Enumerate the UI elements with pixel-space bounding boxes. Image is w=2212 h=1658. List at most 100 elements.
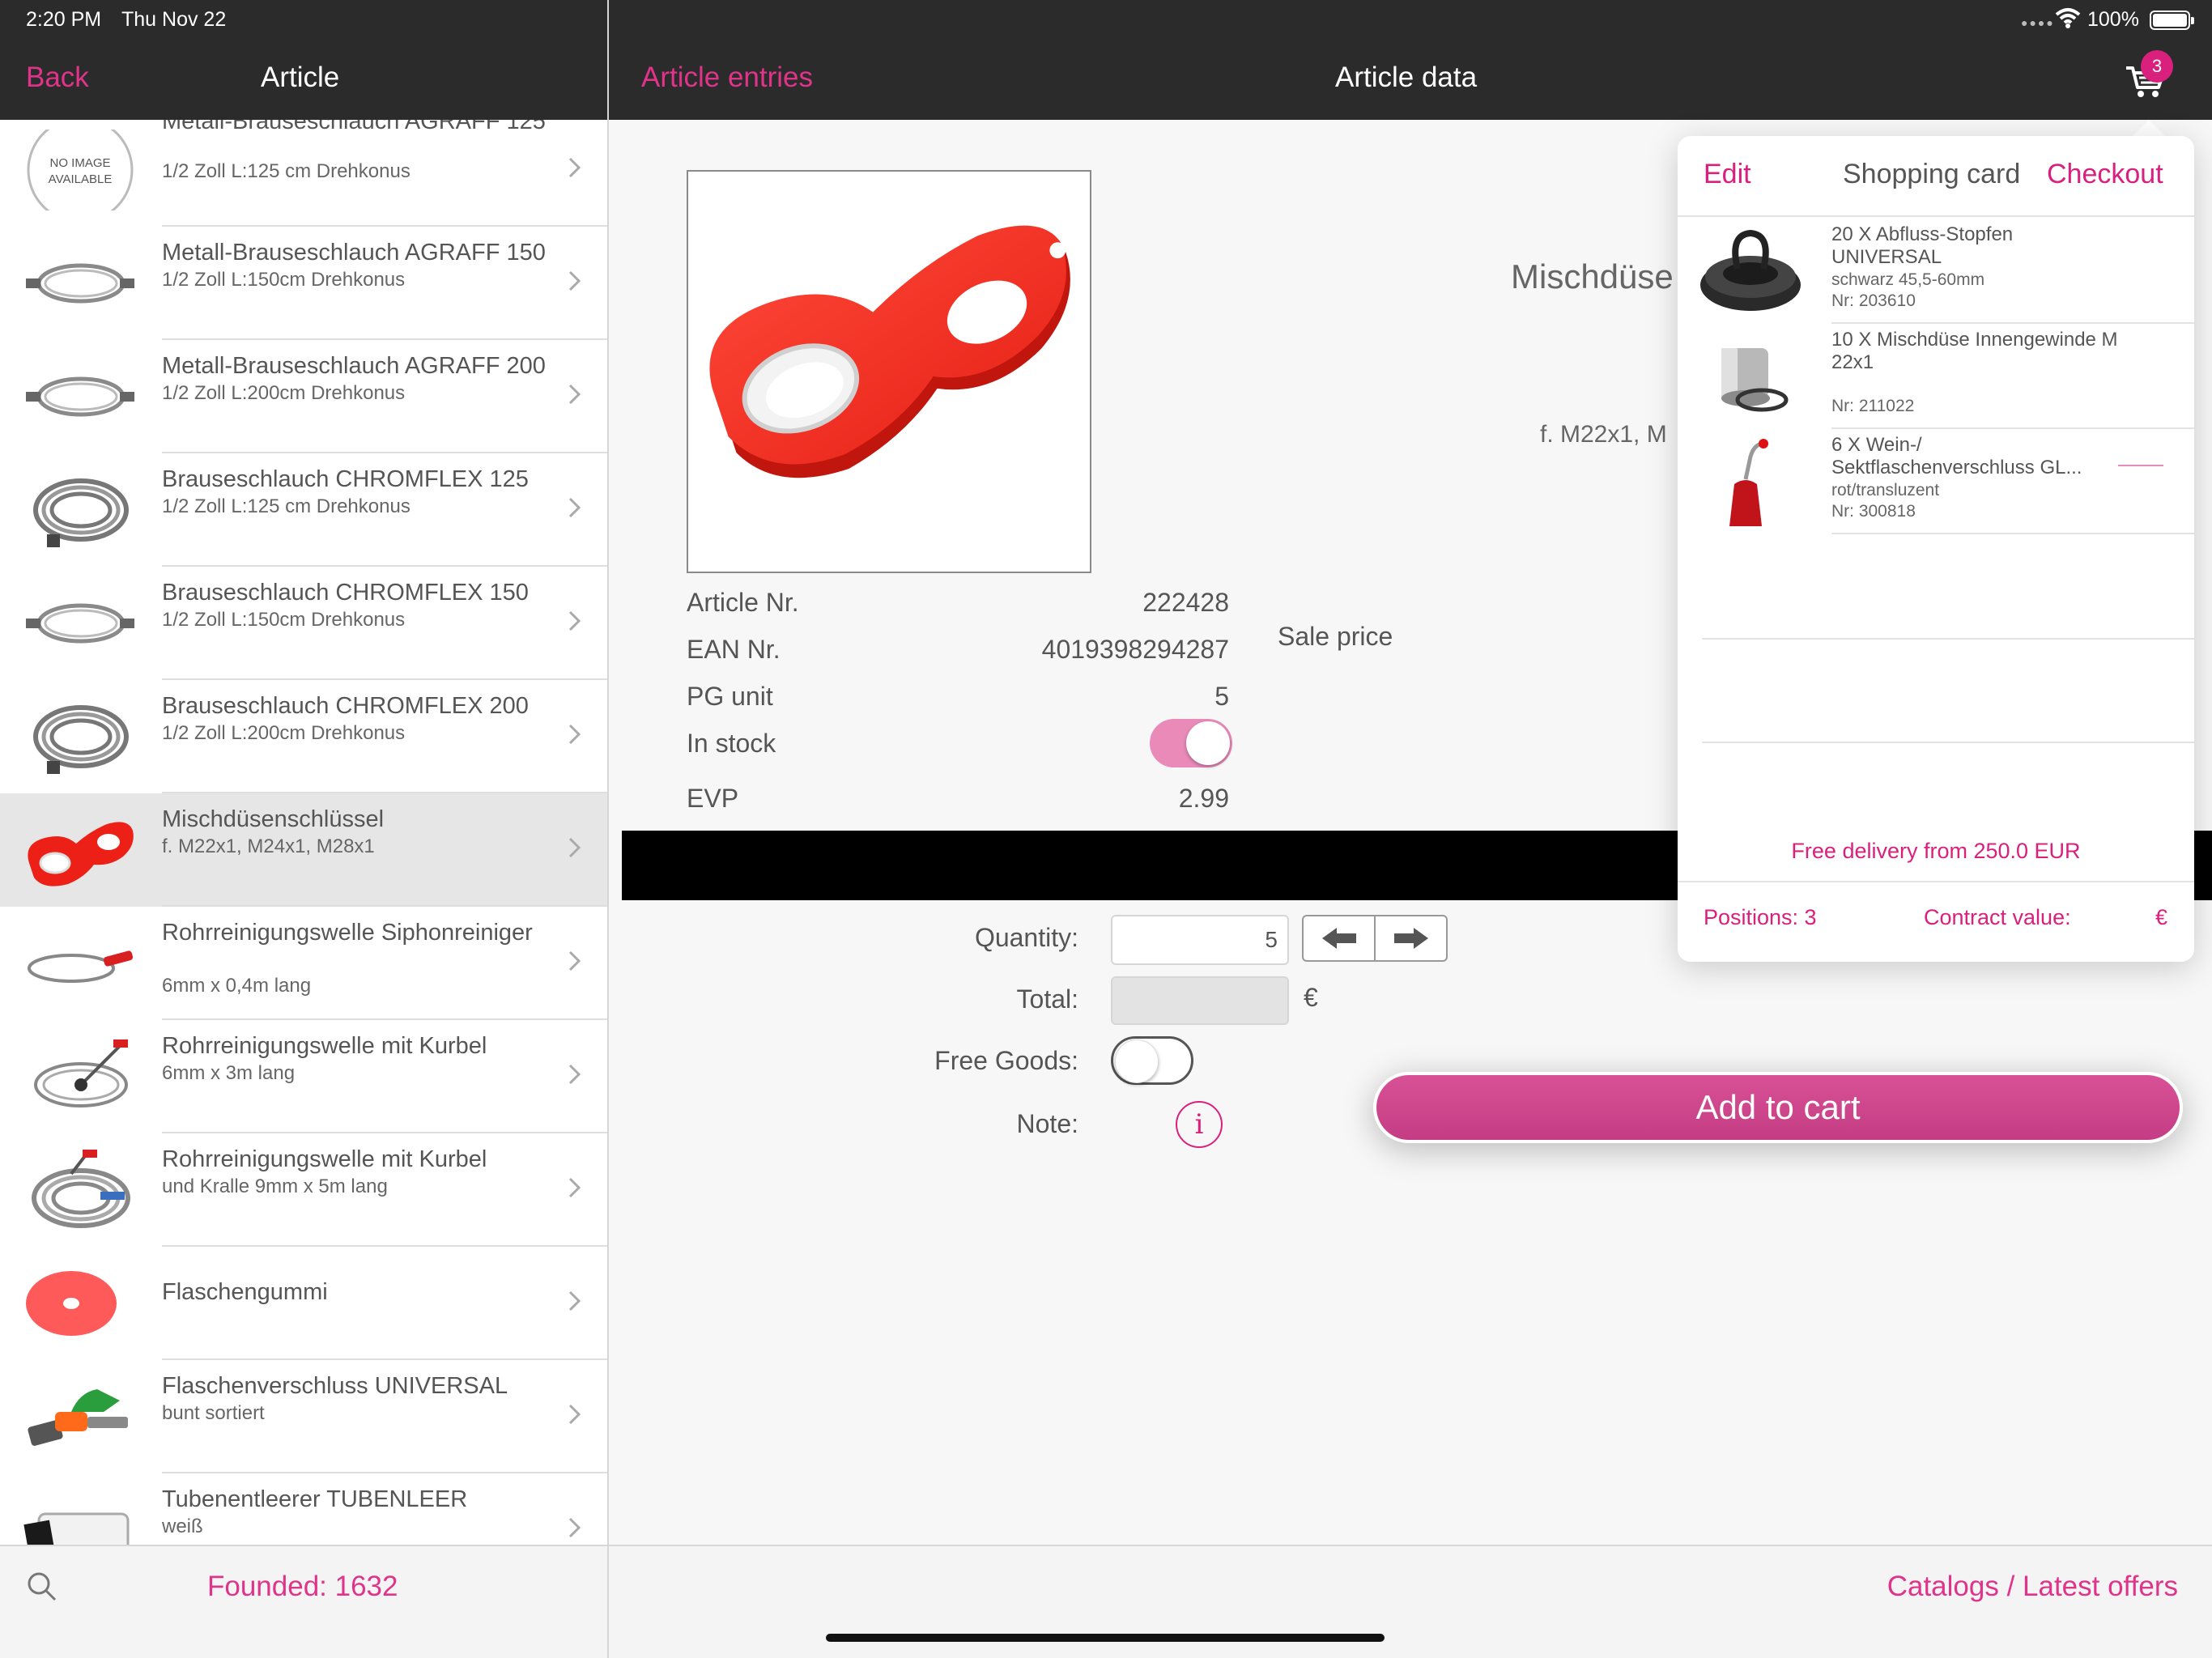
total-field	[1111, 976, 1289, 1025]
in-stock-toggle[interactable]	[1150, 719, 1232, 767]
positions-count: Positions: 3	[1704, 905, 1817, 929]
note-info-icon[interactable]: i	[1176, 1101, 1223, 1148]
status-bar: 2:20 PM Thu Nov 22 ●●●● 100%	[0, 0, 2212, 39]
article-subtitle: 1/2 Zoll L:200cm Drehkonus	[162, 722, 406, 744]
evp-row: EVP 2.99	[687, 784, 1229, 824]
list-item[interactable]: Metall-Brauseschlauch AGRAFF 150 1/2 Zoll…	[0, 227, 607, 340]
article-title: Article	[261, 62, 340, 93]
article-subtitle: 6mm x 3m lang	[162, 1062, 296, 1084]
home-indicator	[826, 1634, 1385, 1642]
list-footer: Founded: 1632	[0, 1545, 607, 1658]
free-delivery-note: Free delivery from 250.0 EUR	[1791, 839, 2081, 863]
sale-price-label: Sale price	[1278, 622, 1393, 651]
cart-edit-button[interactable]: Edit	[1704, 159, 1751, 190]
article-thumbnail	[23, 356, 138, 437]
article-title: Brauseschlauch CHROMFLEX 200	[162, 693, 529, 719]
signal-dots-icon: ●●●●	[2021, 16, 2055, 29]
arrow-right-button[interactable]	[1374, 916, 1446, 960]
article-subtitle: 1/2 Zoll L:125 cm Drehkonus	[162, 160, 410, 182]
chevron-right-icon	[567, 1062, 583, 1086]
chevron-right-icon	[567, 495, 583, 520]
article-thumbnail	[23, 583, 138, 664]
note-label: Note:	[1016, 1109, 1078, 1138]
article-nr-label: Article Nr.	[687, 588, 799, 617]
article-title: Metall-Brauseschlauch AGRAFF 200	[162, 353, 546, 379]
cart-item[interactable]: 20 X Abfluss-Stopfen UNIVERSAL schwarz 4…	[1678, 219, 2194, 324]
product-image	[687, 170, 1091, 573]
free-goods-toggle[interactable]	[1111, 1036, 1193, 1085]
evp-value: 2.99	[1178, 784, 1229, 813]
article-title: Rohrreinigungswelle Siphonreiniger	[162, 920, 533, 946]
list-item[interactable]: Metall-Brauseschlauch AGRAFF 200 1/2 Zoll…	[0, 340, 607, 453]
article-thumbnail	[23, 1490, 138, 1545]
battery-icon	[2150, 11, 2194, 30]
back-button[interactable]: Back	[26, 62, 89, 94]
arrow-left-button[interactable]	[1304, 916, 1374, 960]
article-title: Flaschengummi	[162, 1279, 328, 1305]
list-item[interactable]: Brauseschlauch CHROMFLEX 200 1/2 Zoll L:2…	[0, 680, 607, 793]
cart-item[interactable]: 10 X Mischdüse Innengewinde M 22x1 Nr: 2…	[1678, 324, 2194, 429]
article-title: Brauseschlauch CHROMFLEX 150	[162, 580, 529, 606]
cart-item-desc: schwarz 45,5-60mm	[1831, 270, 1985, 289]
list-item[interactable]: NO IMAGE AVAILABLE Metall-Brauseschlauch A…	[0, 120, 607, 227]
quantity-label: Quantity:	[974, 923, 1078, 952]
article-list[interactable]: NO IMAGE AVAILABLE Metall-Brauseschlauch A…	[0, 120, 607, 1545]
list-item[interactable]: Brauseschlauch CHROMFLEX 150 1/2 Zoll L:1…	[0, 567, 607, 680]
in-stock-row: In stock	[687, 729, 1229, 769]
article-title: Brauseschlauch CHROMFLEX 125	[162, 466, 529, 492]
article-thumbnail: NO IMAGE AVAILABLE	[23, 120, 138, 223]
battery-percent: 100%	[2087, 8, 2139, 31]
article-title: Mischdüsenschlüssel	[162, 806, 385, 832]
list-item[interactable]: Rohrreinigungswelle Siphonreiniger 6mm x …	[0, 907, 607, 1020]
article-nr-value: 222428	[1142, 588, 1229, 617]
article-thumbnail	[23, 1150, 138, 1231]
cart-item-title: 6 X Wein-/ Sektflaschenverschluss GL...	[1831, 434, 2082, 478]
status-time: 2:20 PM	[26, 8, 102, 31]
chevron-right-icon	[567, 609, 583, 633]
quantity-arrows	[1302, 915, 1448, 962]
quantity-input[interactable]	[1111, 915, 1289, 965]
list-item[interactable]: Brauseschlauch CHROMFLEX 125 1/2 Zoll L:1…	[0, 453, 607, 567]
aerator-image	[1721, 348, 1789, 412]
add-to-cart-button[interactable]: Add to cart	[1373, 1072, 2183, 1143]
arrow-left-icon	[1321, 928, 1356, 949]
list-item[interactable]: Tubenentleerer TUBENLEER weiß	[0, 1473, 607, 1545]
cart-title: Shopping card	[1843, 159, 2021, 189]
checkout-button[interactable]: Checkout	[2047, 159, 2163, 190]
list-item[interactable]: Flaschengummi	[0, 1247, 607, 1360]
pg-unit-label: PG unit	[687, 682, 773, 711]
cart-item-desc: rot/transluzent	[1831, 481, 1940, 500]
article-subtitle: 1/2 Zoll L:150cm Drehkonus	[162, 609, 406, 631]
empty-row-separator	[1702, 742, 2194, 743]
article-thumbnail	[23, 1036, 138, 1117]
article-subtitle: und Kralle 9mm x 5m lang	[162, 1175, 388, 1197]
chevron-right-icon	[567, 382, 583, 406]
contract-value-label: Contract value:	[1924, 905, 2071, 929]
article-subtitle: bunt sortiert	[162, 1402, 265, 1424]
list-item[interactable]: Rohrreinigungswelle mit Kurbel 6mm x 3m l…	[0, 1020, 607, 1133]
result-count: Founded: 1632	[207, 1571, 398, 1602]
list-item[interactable]: Flaschenverschluss UNIVERSAL bunt sortier…	[0, 1360, 607, 1473]
catalogs-latest-offers-button[interactable]: Catalogs / Latest offers	[1887, 1571, 2178, 1603]
article-thumbnail	[23, 243, 138, 324]
article-thumbnail	[23, 1376, 138, 1457]
total-currency: €	[1304, 983, 1318, 1012]
chevron-right-icon	[567, 1402, 583, 1426]
list-item[interactable]: Mischdüsenschlüssel f. M22x1, M24x1, M28x…	[0, 793, 607, 907]
article-entries-button[interactable]: Article entries	[641, 62, 813, 94]
ean-row: EAN Nr. 4019398294287	[687, 635, 1229, 675]
chevron-right-icon	[567, 155, 583, 180]
list-item[interactable]: Rohrreinigungswelle mit Kurbel und Kralle…	[0, 1133, 607, 1247]
article-subtitle: 1/2 Zoll L:200cm Drehkonus	[162, 382, 406, 404]
wifi-icon	[2055, 8, 2081, 28]
cart-item[interactable]: 6 X Wein-/ Sektflaschenverschluss GL... …	[1678, 429, 2194, 534]
arrow-right-icon	[1393, 928, 1428, 949]
article-navbar: Back Article	[0, 39, 607, 120]
pg-unit-value: 5	[1214, 682, 1229, 711]
search-icon[interactable]	[24, 1569, 60, 1605]
chevron-right-icon	[567, 1516, 583, 1540]
total-label: Total:	[1016, 984, 1078, 1014]
article-subtitle: 6mm x 0,4m lang	[162, 975, 312, 997]
article-thumbnail	[23, 810, 138, 891]
swipe-indicator	[2118, 465, 2163, 466]
